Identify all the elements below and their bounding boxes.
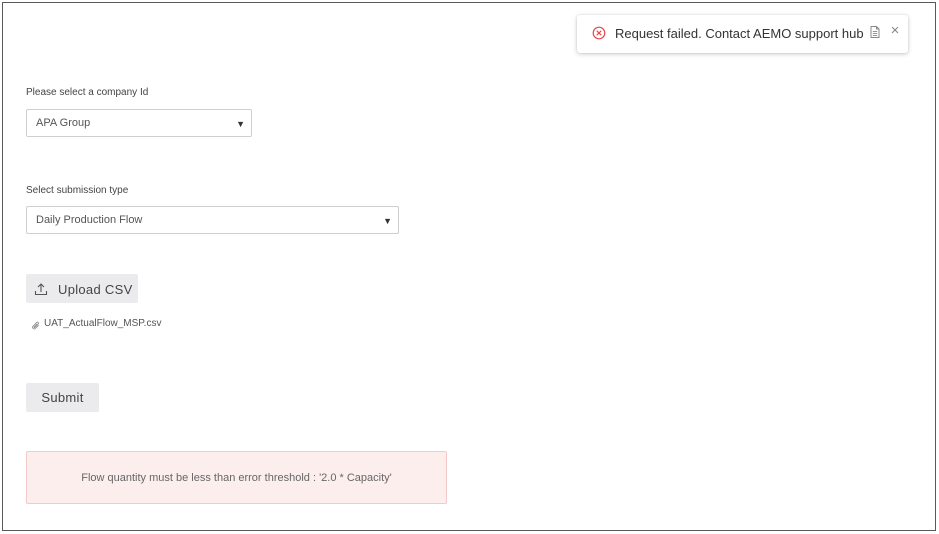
paperclip-icon [31,318,41,330]
submission-type-value: Daily Production Flow [36,214,143,226]
company-select-label: Please select a company Id [26,87,149,98]
toast-message: Request failed. Contact AEMO support hub [615,26,864,41]
error-alert: Flow quantity must be less than error th… [26,451,447,504]
submission-type-select[interactable]: Daily Production Flow ▼ [26,206,399,234]
submit-button[interactable]: Submit [26,383,99,412]
upload-csv-button[interactable]: Upload CSV [26,274,138,303]
chevron-down-icon: ▼ [236,119,245,129]
company-select-value: APA Group [36,117,91,129]
error-alert-message: Flow quantity must be less than error th… [81,472,392,484]
attached-file-name: UAT_ActualFlow_MSP.csv [44,318,162,329]
copy-icon[interactable] [869,25,881,39]
submission-type-label: Select submission type [26,185,129,196]
error-circle-icon [592,26,606,40]
upload-csv-label: Upload CSV [58,282,133,297]
error-toast: Request failed. Contact AEMO support hub… [577,15,908,53]
upload-icon [34,282,48,296]
submit-label: Submit [41,390,84,405]
chevron-down-icon: ▼ [383,216,392,226]
company-select[interactable]: APA Group ▼ [26,109,252,137]
close-icon[interactable]: × [888,23,902,38]
